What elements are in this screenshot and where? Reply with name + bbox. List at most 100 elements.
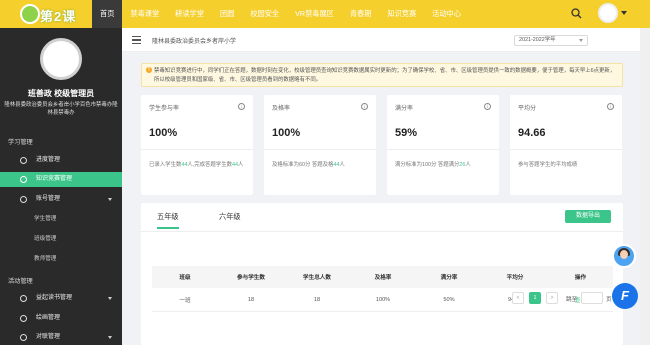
chevron-down-icon [579, 39, 583, 42]
stat-card-average-score: 平均分 i 94.66 参与答题学生的平均成绩 [510, 95, 622, 195]
card-desc: 及格标准为60分 答题及格44人 [272, 162, 345, 168]
header-average: 平均分 [506, 275, 524, 281]
card-title: 平均分 [518, 106, 537, 112]
breadcrumb: 隆林县委政治委员会乡者岸小学 [152, 39, 237, 45]
couplet-icon [20, 334, 27, 341]
nav-item-home[interactable]: 首页 [92, 0, 123, 28]
warning-icon: ! [146, 67, 152, 73]
nav-item-quiz[interactable]: 知识竞赛 [379, 0, 424, 28]
face-shape [620, 250, 628, 259]
table-row: 一班 18 18 100% 50% 94.44 查看 [152, 288, 613, 312]
card-value: 100% [272, 127, 301, 139]
card-divider [264, 149, 376, 150]
user-name: 班善政 校级管理员 [27, 89, 95, 98]
tab-grade-5[interactable]: 五年级 [157, 212, 179, 229]
page-suffix: 页 [606, 297, 612, 303]
card-divider [141, 149, 253, 150]
class-stats-panel: 五年级 六年级 数据导出 班级 参与学生数 学生总人数 及格率 满分率 平均分 … [141, 203, 623, 345]
notice-banner: ! 禁毒知识竞赛进行中，同学们正在答题，数据时刻在变化，校级管理员查询知识竞赛数… [141, 63, 623, 87]
card-divider [510, 149, 622, 150]
section-study-management: 学习管理 [8, 139, 33, 146]
notice-text: 禁毒知识竞赛进行中，同学们正在答题，数据时刻在变化，校级管理员查询知识竞赛数据属… [154, 68, 616, 83]
card-value: 100% [149, 127, 178, 139]
sidebar-item-accounts[interactable]: 账号管理 [0, 192, 122, 207]
quiz-icon [20, 176, 27, 183]
card-divider [387, 149, 499, 150]
nav-item-activities[interactable]: 活动中心 [424, 0, 469, 28]
sidebar-subitem-classes[interactable]: 班级管理 [0, 232, 122, 246]
nav-item-vr-exhibit[interactable]: VR禁毒展区 [287, 0, 342, 28]
nav-item-reunion[interactable]: 团圆 [212, 0, 242, 28]
logo-mark [20, 4, 40, 24]
page-1-button[interactable]: 1 [529, 292, 541, 304]
assistant-logo-icon[interactable]: F [612, 283, 638, 309]
stat-card-pass-rate: 及格率 i 100% 及格标准为60分 答题及格44人 [264, 95, 376, 195]
cell-total-students: 18 [313, 296, 321, 303]
sidebar-item-label: 绘画管理 [36, 315, 61, 321]
nav-item-drug-class[interactable]: 禁毒课堂 [122, 0, 167, 28]
goto-page-input[interactable] [581, 292, 603, 304]
nav-item-puberty[interactable]: 青春期 [342, 0, 380, 28]
cell-class: 一班 [179, 297, 191, 304]
menu-toggle-icon[interactable] [132, 36, 141, 44]
table-header: 班级 参与学生数 学生总人数 及格率 满分率 平均分 操作 [152, 266, 613, 288]
progress-icon [20, 157, 27, 164]
info-icon[interactable]: i [361, 103, 368, 110]
sidebar-item-couplets[interactable]: 对联管理 [0, 330, 122, 345]
sidebar-item-label: 益起读书管理 [36, 295, 73, 301]
breadcrumb-bar: 隆林县委政治委员会乡者岸小学 2021-2022学年 [122, 28, 640, 52]
card-desc: 参与答题学生的平均成绩 [518, 162, 578, 168]
card-value: 59% [395, 127, 418, 139]
scrollbar[interactable] [640, 28, 650, 345]
avatar [40, 38, 82, 80]
prev-page-button[interactable]: < [512, 292, 524, 304]
sidebar-subitem-students[interactable]: 学生管理 [0, 212, 122, 226]
sidebar-item-label: 知识竞赛管理 [36, 176, 73, 182]
search-icon[interactable] [571, 8, 582, 19]
card-title: 学生参与率 [149, 106, 180, 112]
top-nav-bar: 第2课堂 首页 禁毒课堂 耕读学堂 团圆 校园安全 VR禁毒展区 青春期 知识竞… [0, 0, 650, 43]
year-select[interactable]: 2021-2022学年 [514, 35, 588, 46]
user-avatar-icon[interactable] [598, 3, 618, 23]
header-total-students: 学生总人数 [303, 275, 331, 281]
sidebar-item-quiz-management[interactable]: 知识竞赛管理 [0, 172, 122, 187]
brush-icon [20, 315, 27, 322]
main-nav: 首页 禁毒课堂 耕读学堂 团圆 校园安全 VR禁毒展区 青春期 知识竞赛 活动中… [92, 0, 469, 28]
sidebar-item-label: 进度管理 [36, 157, 61, 163]
chevron-down-icon [108, 336, 112, 339]
cell-participants: 18 [247, 296, 255, 303]
info-icon[interactable]: i [238, 103, 245, 110]
card-title: 及格率 [272, 106, 291, 112]
export-data-button[interactable]: 数据导出 [565, 210, 611, 223]
goto-label: 跳至 [566, 297, 578, 303]
card-desc: 满分标准为100分 答题满分26人 [395, 162, 471, 168]
chevron-down-icon [108, 198, 112, 201]
sidebar: 班善政 校级管理员 隆林县委政治委员会乡者岸小学百色市禁毒办隆林县禁毒办 学习管… [0, 28, 122, 345]
sidebar-item-painting[interactable]: 绘画管理 [0, 311, 122, 326]
stat-card-participation: 学生参与率 i 100% 已录入学生数44人,完成答题学生数44人 [141, 95, 253, 195]
next-page-button[interactable]: > [546, 292, 558, 304]
tab-grade-6[interactable]: 六年级 [219, 212, 241, 227]
cell-full-score-rate: 50% [443, 296, 455, 303]
card-title: 满分率 [395, 106, 414, 112]
chevron-down-icon [108, 297, 112, 300]
card-value: 94.66 [518, 127, 546, 139]
section-activity-management: 活动管理 [8, 278, 33, 285]
customer-service-avatar[interactable] [612, 244, 636, 268]
sidebar-subitem-teachers[interactable]: 教师管理 [0, 252, 122, 266]
book-icon [20, 295, 27, 302]
stat-card-full-score-rate: 满分率 i 59% 满分标准为100分 答题满分26人 [387, 95, 499, 195]
header-action: 操作 [574, 275, 587, 281]
sidebar-item-progress[interactable]: 进度管理 [0, 153, 122, 168]
nav-item-study-hall[interactable]: 耕读学堂 [167, 0, 212, 28]
user-org: 隆林县委政治委员会乡者岸小学百色市禁毒办隆林县禁毒办 [4, 102, 118, 116]
year-select-value: 2021-2022学年 [519, 37, 556, 43]
info-icon[interactable]: i [484, 103, 491, 110]
header-participants: 参与学生数 [237, 275, 265, 281]
header-pass-rate: 及格率 [374, 275, 392, 281]
app-logo[interactable]: 第2课堂 [20, 3, 82, 43]
sidebar-item-reading[interactable]: 益起读书管理 [0, 291, 122, 306]
info-icon[interactable]: i [607, 103, 614, 110]
nav-item-campus-safety[interactable]: 校园安全 [242, 0, 287, 28]
chevron-down-icon[interactable] [621, 11, 627, 15]
